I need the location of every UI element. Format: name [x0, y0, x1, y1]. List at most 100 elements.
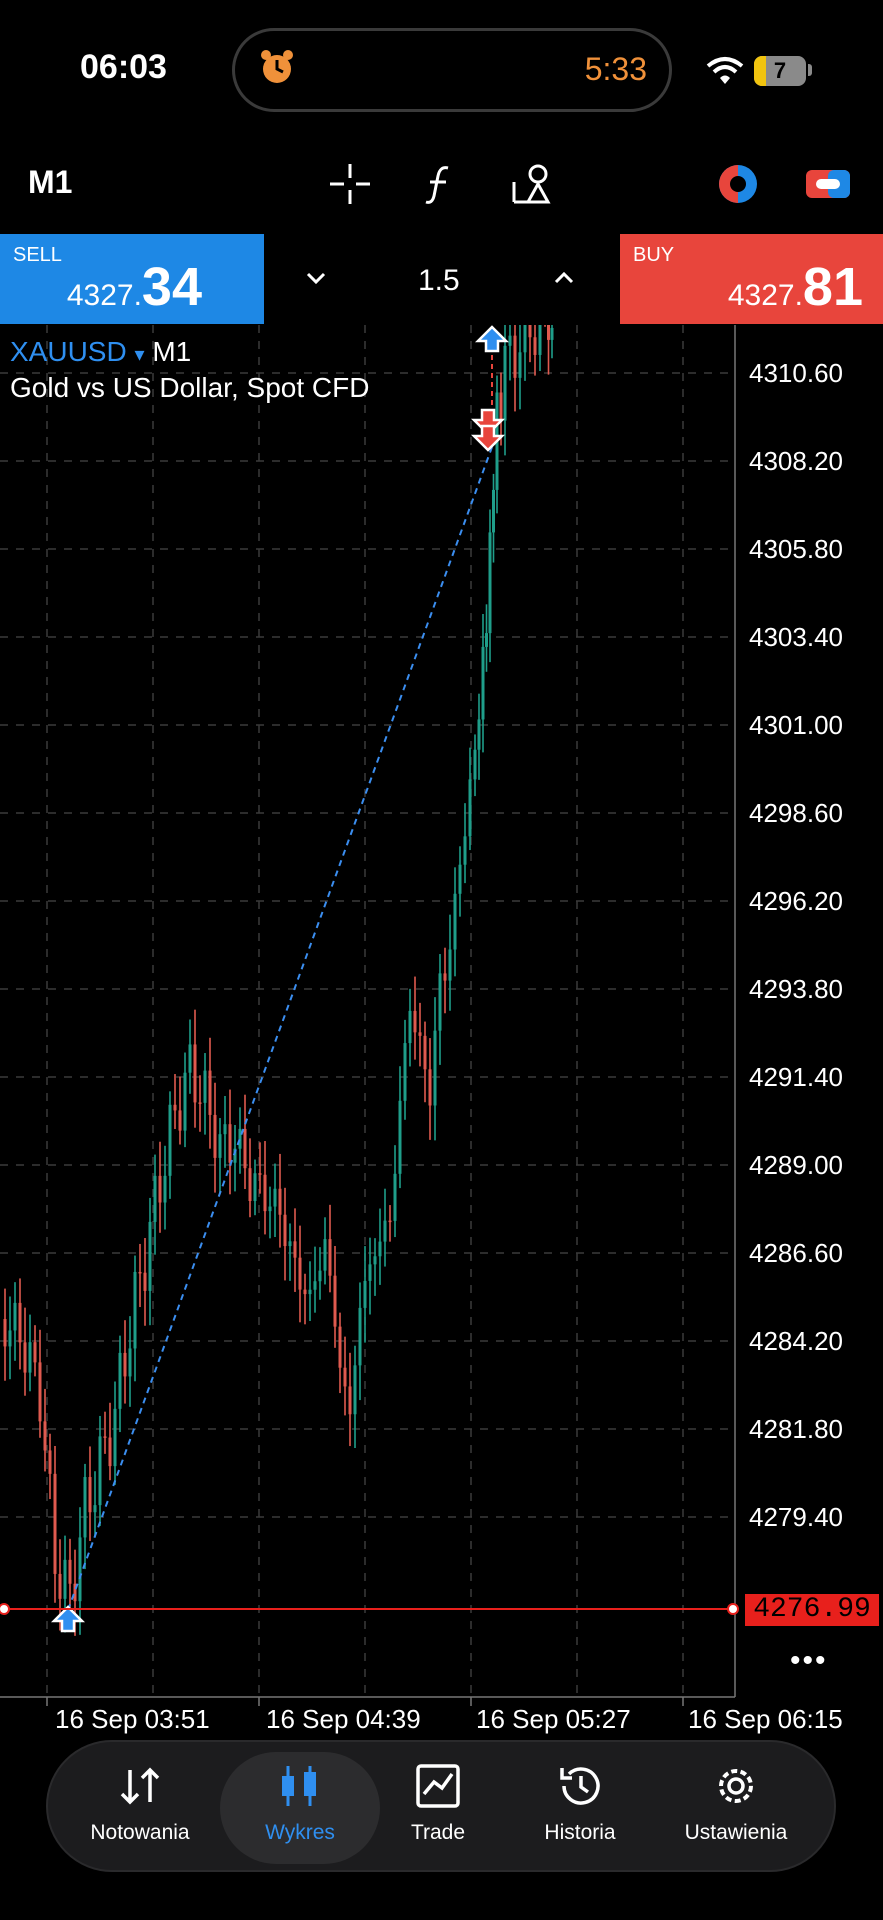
toggle-icon[interactable]: [804, 160, 852, 208]
nav-label-active: Wykres: [265, 1821, 335, 1844]
buy-label: BUY: [633, 244, 675, 266]
candle-body: [193, 1044, 197, 1103]
sell-price-big: 34: [141, 257, 202, 317]
candle-body: [158, 1175, 162, 1203]
x-tick-label: 16 Sep 04:39: [266, 1704, 421, 1734]
candle-body: [138, 1271, 142, 1274]
symbol-selector[interactable]: XAUUSD ▾ M1: [10, 336, 191, 368]
candle-body: [513, 335, 517, 378]
function-icon[interactable]: [416, 160, 464, 208]
trade-icon: [416, 1764, 460, 1808]
price-line-handle: [727, 1603, 739, 1615]
candle-body: [278, 1188, 282, 1215]
candle-body: [268, 1206, 272, 1212]
candle-body: [403, 1043, 407, 1101]
sell-button[interactable]: SELL 4327.34: [0, 234, 264, 324]
candle-body: [468, 779, 472, 837]
symbol-description: Gold vs US Dollar, Spot CFD: [10, 372, 370, 403]
candle-body: [423, 1035, 427, 1070]
volume-value[interactable]: 1.5: [418, 264, 460, 298]
battery-percent: 7: [773, 58, 787, 83]
battery-icon: 7: [754, 56, 806, 86]
wifi-icon: [706, 57, 744, 84]
candle-body: [58, 1573, 62, 1599]
candle-body: [238, 1128, 242, 1149]
candle-body: [168, 1104, 172, 1176]
quotes-icon: [120, 1767, 160, 1805]
candle-body: [368, 1264, 372, 1281]
more-options-button[interactable]: •••: [790, 1644, 828, 1678]
candle-body: [433, 1030, 437, 1106]
candle-body: [343, 1367, 347, 1387]
candle-body: [488, 532, 492, 634]
y-tick-label: 4281.80: [749, 1414, 843, 1444]
nav-label: Notowania: [90, 1821, 190, 1844]
volume-down-icon[interactable]: [304, 266, 328, 290]
volume-up-icon[interactable]: [552, 266, 576, 290]
buy-marker-icon: [50, 1605, 86, 1633]
nav-item-trade[interactable]: Trade: [368, 1762, 508, 1845]
nav-label: Historia: [544, 1821, 616, 1844]
buy-button[interactable]: BUY 4327.81: [620, 234, 883, 324]
candle-body: [153, 1175, 157, 1222]
candle-body: [218, 1134, 222, 1158]
candle-body: [208, 1070, 212, 1115]
candle-body: [98, 1436, 102, 1506]
candle-body: [38, 1362, 42, 1422]
dynamic-island[interactable]: 5:33: [232, 28, 672, 112]
chart-grid: [0, 325, 736, 1706]
current-price-tag: 4276.99: [745, 1594, 879, 1626]
candle-body: [288, 1241, 292, 1247]
candle-body: [68, 1559, 72, 1584]
candle-body: [303, 1289, 307, 1295]
price-line-handle: [0, 1603, 10, 1615]
candle-body: [243, 1128, 247, 1169]
sell-label: SELL: [13, 244, 62, 266]
sell-price-small: 4327.: [66, 279, 142, 312]
candle-body: [18, 1302, 22, 1343]
candle-body: [298, 1257, 302, 1290]
objects-icon[interactable]: [508, 160, 556, 208]
candle-body: [78, 1537, 82, 1602]
candle-body: [383, 1220, 387, 1242]
candle-body: [503, 345, 507, 421]
y-tick-label: 4286.60: [749, 1238, 843, 1268]
nav-item-historia[interactable]: Historia: [510, 1762, 650, 1845]
candle-body: [108, 1437, 112, 1467]
y-tick-label: 4279.40: [749, 1502, 843, 1532]
candle-body: [443, 973, 447, 981]
candle-body: [418, 1032, 422, 1036]
candle-body: [348, 1386, 352, 1415]
candle-body: [373, 1256, 377, 1265]
candle-body: [3, 1319, 7, 1347]
nav-label: Ustawienia: [684, 1821, 788, 1844]
candle-body: [128, 1348, 132, 1377]
x-tick-label: 16 Sep 06:15: [688, 1704, 843, 1734]
crosshair-icon[interactable]: [326, 160, 374, 208]
candle-body: [438, 973, 442, 1031]
candle-body: [338, 1326, 342, 1368]
candle-body: [408, 1010, 412, 1044]
color-theme-icon[interactable]: [714, 160, 762, 208]
candle-body: [273, 1188, 277, 1207]
candle-body: [358, 1307, 362, 1366]
y-tick-label: 4296.20: [749, 886, 843, 916]
history-icon: [560, 1767, 600, 1805]
nav-item-ustawienia[interactable]: Ustawienia: [666, 1762, 806, 1845]
candle-body: [248, 1168, 252, 1202]
y-tick-label: 4298.60: [749, 798, 843, 828]
candle-body: [508, 335, 512, 346]
candle-body: [413, 1010, 417, 1033]
candle-body: [333, 1275, 337, 1327]
candle-body: [178, 1110, 182, 1131]
y-tick-label: 4284.20: [749, 1326, 843, 1356]
candle-body: [398, 1100, 402, 1174]
nav-label: Trade: [410, 1821, 466, 1844]
nav-item-wykres[interactable]: Wykres: [230, 1762, 370, 1845]
candle-body: [453, 893, 457, 950]
nav-item-notowania[interactable]: Notowania: [70, 1762, 210, 1845]
bottom-navigation: Notowania Wykres Trade Historia Ustawien…: [46, 1740, 836, 1872]
timeframe-button[interactable]: M1: [28, 164, 72, 201]
candle-body: [143, 1272, 147, 1291]
candle-body: [283, 1214, 287, 1247]
